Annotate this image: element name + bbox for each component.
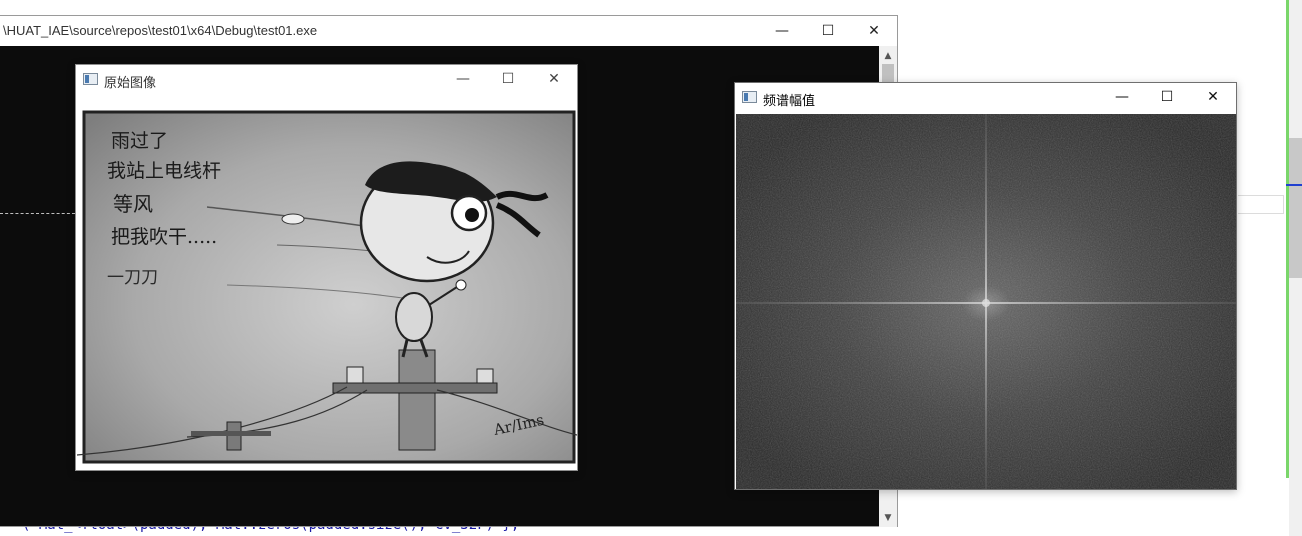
spectrum-title: 频谱幅值 xyxy=(763,94,816,109)
window-app-icon xyxy=(83,73,98,85)
editor-outline-box xyxy=(1238,195,1284,214)
window-app-icon xyxy=(742,91,757,103)
maximize-button[interactable]: ☐ xyxy=(485,65,531,94)
close-button[interactable]: ✕ xyxy=(531,65,577,94)
spectrum-titlebar[interactable]: 频谱幅值 — ☐ ✕ xyxy=(735,83,1236,112)
spectrum-magnitude-image xyxy=(736,114,1236,489)
maximize-button[interactable]: ☐ xyxy=(805,16,851,46)
close-button[interactable]: ✕ xyxy=(851,16,897,46)
minimize-button[interactable]: — xyxy=(440,65,486,94)
scroll-down-icon[interactable]: ▼ xyxy=(879,510,897,526)
minimize-button[interactable]: — xyxy=(1099,83,1145,112)
minimize-button[interactable]: — xyxy=(759,16,805,46)
console-title: \HUAT_IAE\source\repos\test01\x64\Debug\… xyxy=(3,23,318,38)
spectrum-image xyxy=(736,114,1236,489)
close-button[interactable]: ✕ xyxy=(1190,83,1236,112)
spectrum-window[interactable]: 频谱幅值 — ☐ ✕ xyxy=(734,82,1237,490)
comic-text-line4: 把我吹干..... xyxy=(111,226,217,248)
original-image: 雨过了 我站上电线杆 等风 把我吹干..... 一刀刀 Ar/Ims xyxy=(76,95,578,470)
scroll-up-icon[interactable]: ▲ xyxy=(879,48,897,64)
comic-text-line1: 雨过了 xyxy=(111,130,168,152)
editor-scroll-marker xyxy=(1286,184,1302,186)
editor-scrollbar-thumb[interactable] xyxy=(1289,138,1302,278)
comic-text-line2: 我站上电线杆 xyxy=(107,160,221,182)
console-titlebar[interactable]: \HUAT_IAE\source\repos\test01\x64\Debug\… xyxy=(0,16,897,46)
original-image-titlebar[interactable]: 原始图像 — ☐ ✕ xyxy=(76,65,577,94)
comic-signature-text: 一刀刀 xyxy=(107,268,158,288)
maximize-button[interactable]: ☐ xyxy=(1144,83,1190,112)
console-dashed-line xyxy=(0,213,75,214)
original-image-title: 原始图像 xyxy=(104,76,157,91)
original-image-window[interactable]: 原始图像 — ☐ ✕ 雨过了 我站上电线杆 等风 把我吹干..... 一刀刀 A… xyxy=(75,64,578,471)
cartoon-image: 雨过了 我站上电线杆 等风 把我吹干..... 一刀刀 Ar/Ims xyxy=(76,95,578,470)
comic-text-line3: 等风 xyxy=(113,192,153,216)
